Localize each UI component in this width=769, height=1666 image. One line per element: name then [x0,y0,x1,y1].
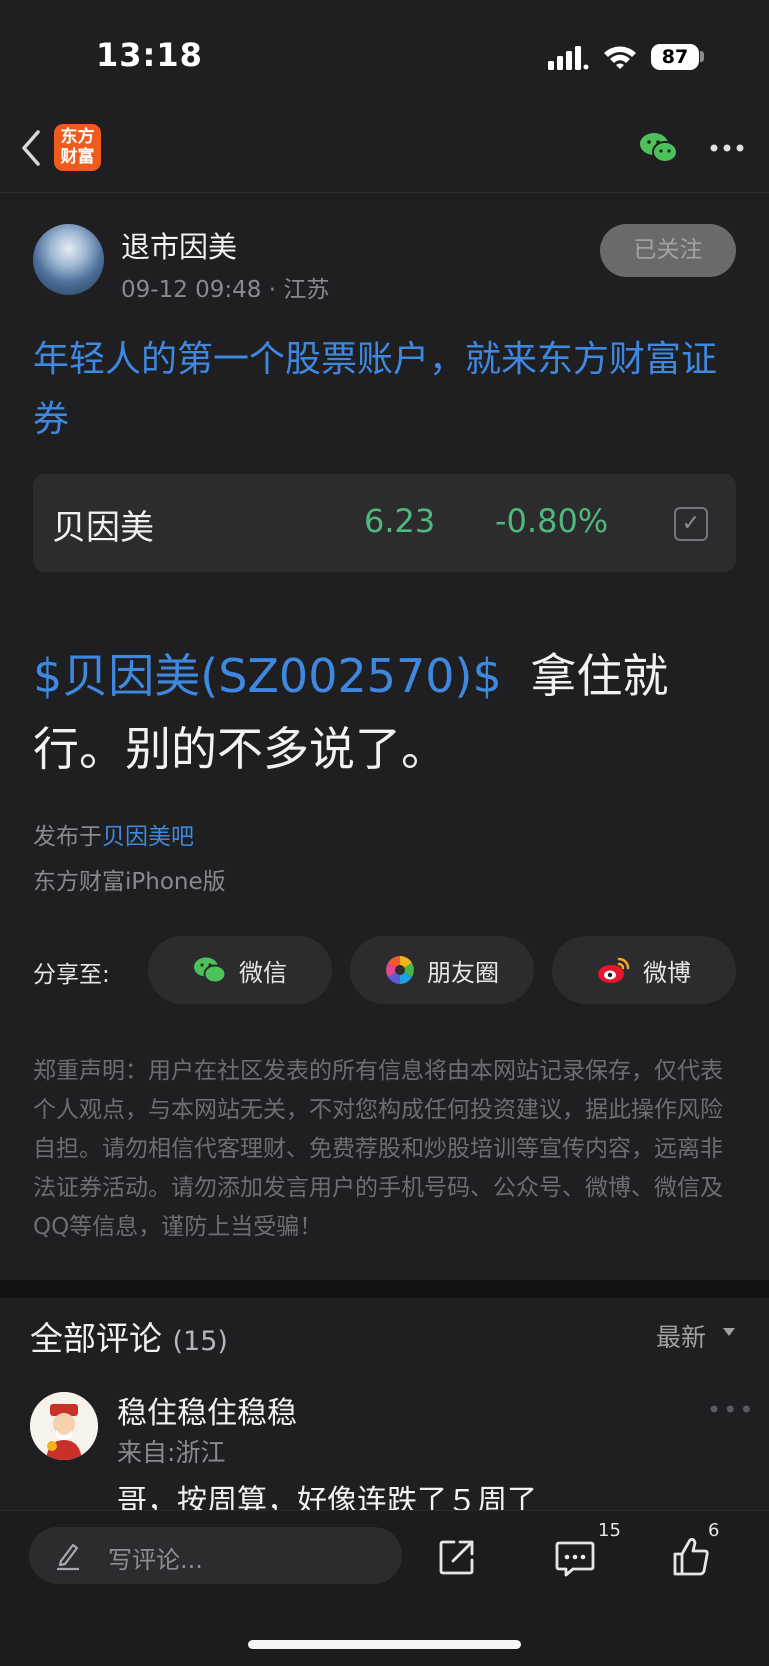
wifi-icon [604,46,636,69]
home-indicator [248,1640,521,1649]
post-time: 09-12 09:48 [121,277,262,303]
stock-change: -0.80% [495,502,609,540]
published-in: 发布于贝因美吧 [33,817,194,851]
author-name[interactable]: 退市因美 [121,224,237,266]
published-prefix: 发布于 [33,824,102,850]
logo-line-1: 东方 [60,127,95,147]
sort-dropdown[interactable]: 最新 [656,1318,706,1354]
share-moments-label: 朋友圈 [427,958,499,987]
share-label: 分享至: [33,962,110,988]
share-wechat-label: 微信 [239,958,287,987]
wechat-icon [194,957,227,984]
stock-tag-link[interactable]: $贝因美(SZ002570)$ [33,649,502,703]
comment-placeholder[interactable]: 写评论... [108,1540,203,1575]
follow-button[interactable]: 已关注 [600,224,736,277]
weibo-icon [598,957,630,983]
comment-count-badge: 15 [598,1520,621,1541]
battery-tip [700,51,704,62]
wechat-share-icon[interactable] [638,130,680,166]
back-icon[interactable] [18,128,44,168]
logo-line-2: 财富 [60,147,95,167]
app-logo[interactable]: 东方 财富 [54,124,101,171]
author-avatar[interactable] [33,224,104,295]
meta-dot: · [268,277,284,303]
disclaimer-text: 郑重声明：用户在社区发表的所有信息将由本网站记录保存，仅代表个人观点，与本网站无… [33,1058,723,1240]
post-location: 江苏 [283,277,330,303]
comments-count: (15) [172,1326,228,1357]
nav-divider [0,192,769,193]
like-count-badge: 6 [708,1520,720,1541]
post-source: 东方财富iPhone版 [33,869,226,895]
commenter-name[interactable]: 稳住稳住稳稳 [117,1388,297,1432]
commenter-location: 来自:浙江 [117,1438,226,1467]
share-weibo-label: 微博 [643,958,691,987]
commenter-avatar[interactable] [30,1392,98,1460]
share-wechat-button[interactable]: 微信 [148,936,332,1004]
moments-icon [386,956,414,984]
comment-input[interactable] [29,1527,402,1584]
promo-headline[interactable]: 年轻人的第一个股票账户，就来东方财富证券 [33,330,741,450]
stock-price: 6.23 [364,502,436,540]
share-out-icon[interactable] [438,1538,476,1576]
comments-header: 全部评论 (15) [30,1312,228,1360]
battery-level: 87 [651,44,699,70]
more-icon[interactable] [710,143,744,153]
post-meta: 09-12 09:48 · 江苏 [121,270,329,304]
like-icon[interactable] [672,1536,710,1578]
pencil-icon [57,1543,79,1571]
share-weibo-button[interactable]: 微博 [552,936,736,1004]
comment-icon[interactable] [555,1540,595,1578]
fortune-god-avatar-icon [30,1392,98,1460]
comment-more-icon[interactable]: ••• [707,1396,755,1424]
stock-name: 贝因美 [52,508,154,548]
watchlist-check-icon[interactable]: ✓ [674,507,708,541]
comments-title: 全部评论 [30,1319,162,1358]
post-content: $贝因美(SZ002570)$ 拿住就行。别的不多说了。 [33,640,748,786]
section-divider [0,1280,769,1298]
share-moments-button[interactable]: 朋友圈 [350,936,534,1004]
chevron-down-icon[interactable] [723,1328,735,1336]
signal-icon [548,46,589,70]
stock-bar-link[interactable]: 贝因美吧 [102,824,194,850]
status-time: 13:18 [96,36,203,74]
